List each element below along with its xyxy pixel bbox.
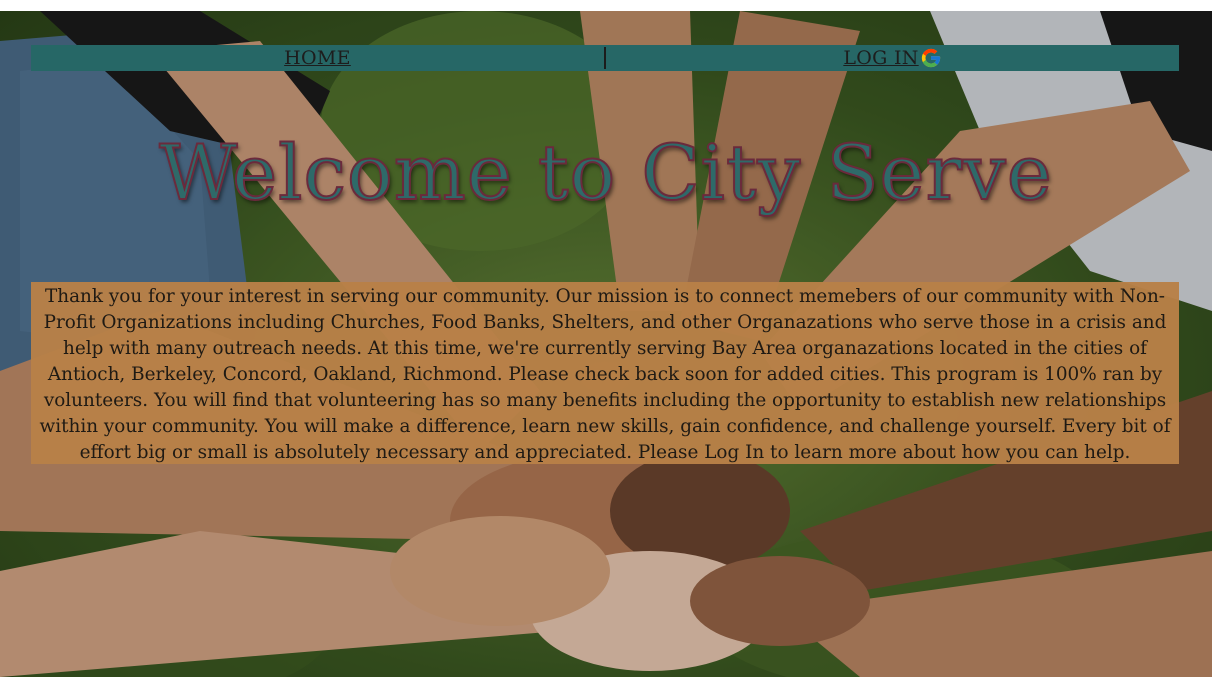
home-link[interactable]: HOME	[284, 47, 351, 69]
page: HOME LOG IN Welcome to City Serve Thank …	[0, 0, 1212, 677]
page-title: Welcome to City Serve	[158, 127, 1053, 218]
nav-login-cell: LOG IN	[606, 45, 1179, 71]
top-navbar: HOME LOG IN	[31, 45, 1179, 71]
login-link[interactable]: LOG IN	[843, 47, 918, 69]
mission-statement: Thank you for your interest in serving o…	[31, 282, 1179, 464]
nav-home-cell: HOME	[31, 45, 604, 71]
login-link-wrap[interactable]: LOG IN	[843, 47, 941, 69]
google-g-icon[interactable]	[920, 47, 942, 69]
